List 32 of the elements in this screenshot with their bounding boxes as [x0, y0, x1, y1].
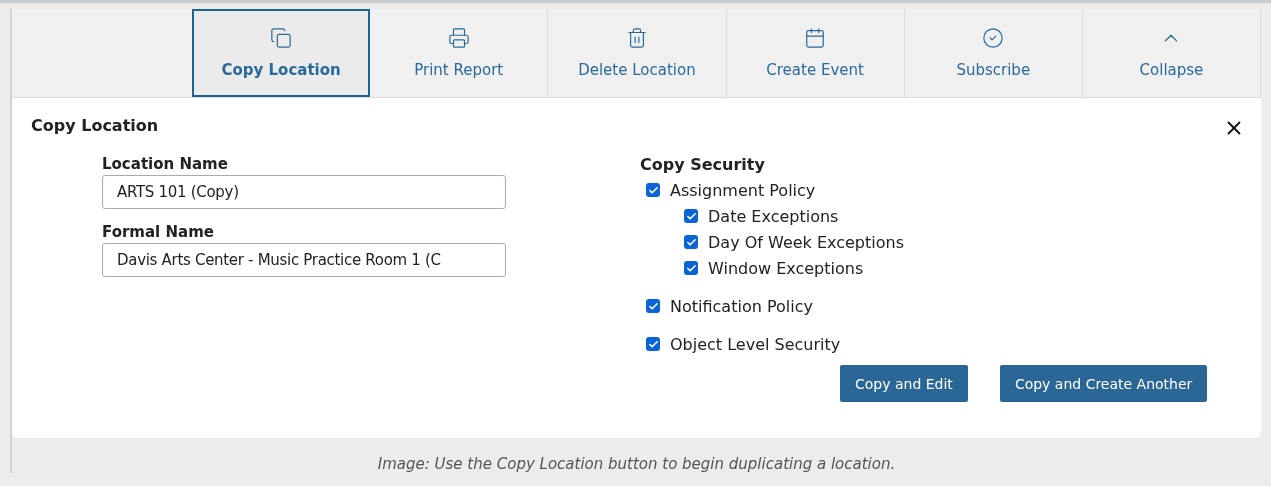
- checkbox-label: Day Of Week Exceptions: [708, 232, 904, 252]
- checkbox-label: Date Exceptions: [708, 206, 839, 226]
- checkbox[interactable]: [646, 337, 660, 351]
- trash-icon: [625, 27, 648, 49]
- input-field[interactable]: ARTS 101 (Copy): [102, 175, 506, 209]
- checkbox[interactable]: [684, 235, 698, 249]
- printer-icon: [447, 27, 470, 49]
- checkbox-label: Assignment Policy: [670, 180, 816, 200]
- image-caption: Image: Use the Copy Location button to begin duplicating a location.: [376, 454, 897, 473]
- toolbar-tab[interactable]: Print Report: [370, 9, 549, 97]
- check-circle-icon: [982, 27, 1005, 49]
- checkbox-label: Window Exceptions: [708, 258, 864, 278]
- input-field[interactable]: Davis Arts Center - Music Practice Room 1 (C: [102, 243, 506, 277]
- checkbox-label: Notification Policy: [670, 296, 813, 316]
- field-label: Location Name: [102, 155, 229, 173]
- section-heading: Copy Security: [640, 155, 766, 174]
- toolbar-tab[interactable]: Subscribe: [904, 9, 1083, 97]
- checkbox-label: Object Level Security: [670, 334, 841, 354]
- toolbar-tab[interactable]: Copy Location: [192, 9, 371, 97]
- toolbar-tab[interactable]: Create Event: [726, 9, 905, 97]
- copy-another-button[interactable]: Copy and Create Another: [999, 365, 1208, 402]
- copy-edit-button[interactable]: Copy and Edit: [840, 365, 968, 402]
- calendar-icon: [804, 27, 827, 49]
- checkbox[interactable]: [684, 261, 698, 275]
- checkbox[interactable]: [684, 209, 698, 223]
- checkbox[interactable]: [646, 299, 660, 313]
- field-label: Formal Name: [102, 223, 215, 241]
- toolbar-tab[interactable]: Delete Location: [548, 9, 727, 97]
- toolbar-tab[interactable]: Collapse: [1082, 9, 1262, 97]
- checkbox[interactable]: [646, 183, 660, 197]
- copy-icon: [270, 27, 293, 49]
- panel-title: Copy Location: [31, 116, 159, 135]
